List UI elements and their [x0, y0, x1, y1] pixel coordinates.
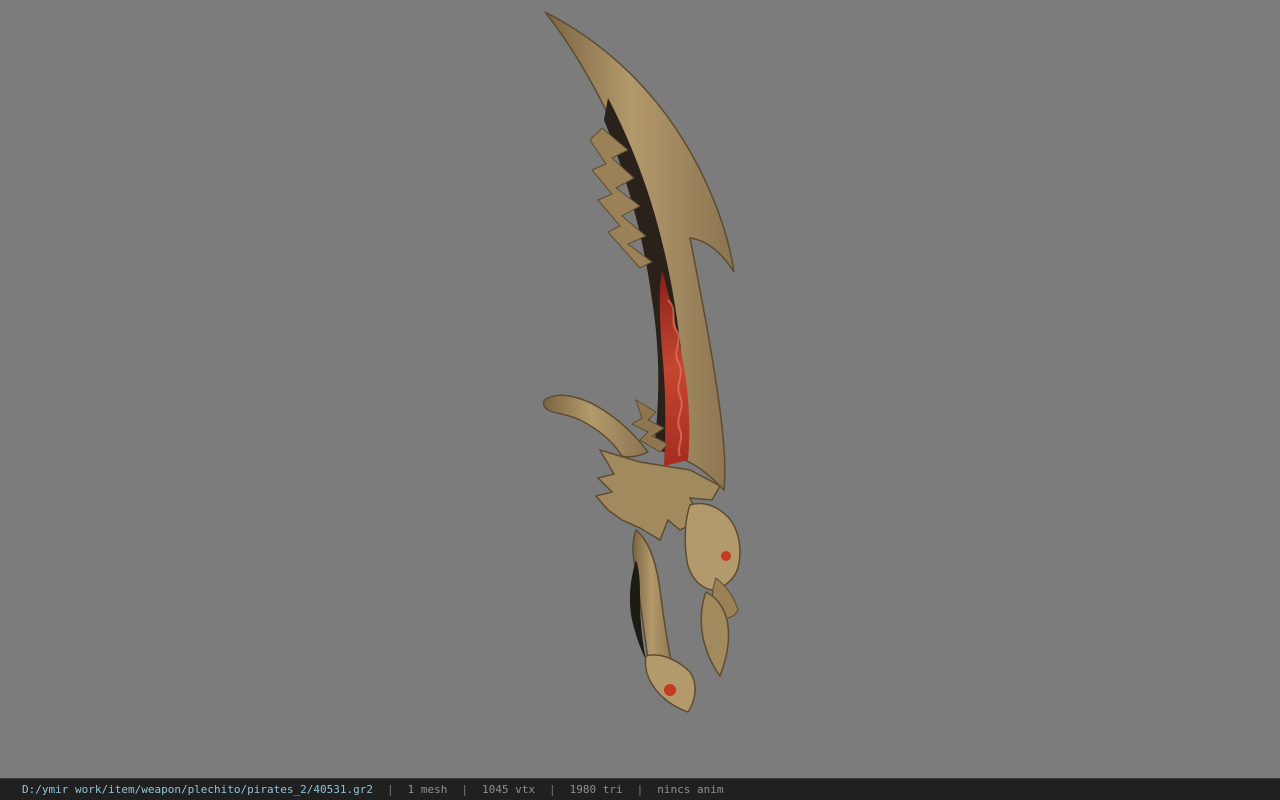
status-separator: |: [548, 783, 556, 796]
status-bar: D:/ymir work/item/weapon/plechito/pirate…: [0, 778, 1280, 800]
animation-status: nincs anim: [657, 783, 724, 796]
blade-back: [544, 11, 735, 492]
pommel: [644, 654, 696, 713]
pommel-gem: [664, 684, 676, 696]
skull-pommel-guard: [684, 502, 741, 591]
guard-hook: [542, 394, 650, 458]
status-separator: |: [636, 783, 644, 796]
status-separator: |: [461, 783, 468, 796]
vertex-count: 1045 vtx: [482, 783, 535, 796]
weapon-model[interactable]: [0, 0, 1280, 778]
skull-eye: [721, 551, 731, 561]
status-separator: |: [387, 783, 394, 796]
triangle-count: 1980 tri: [569, 783, 623, 796]
file-path: D:/ymir work/item/weapon/plechito/pirate…: [22, 783, 373, 796]
mesh-count: 1 mesh: [407, 783, 448, 796]
3d-viewport[interactable]: [0, 0, 1280, 778]
